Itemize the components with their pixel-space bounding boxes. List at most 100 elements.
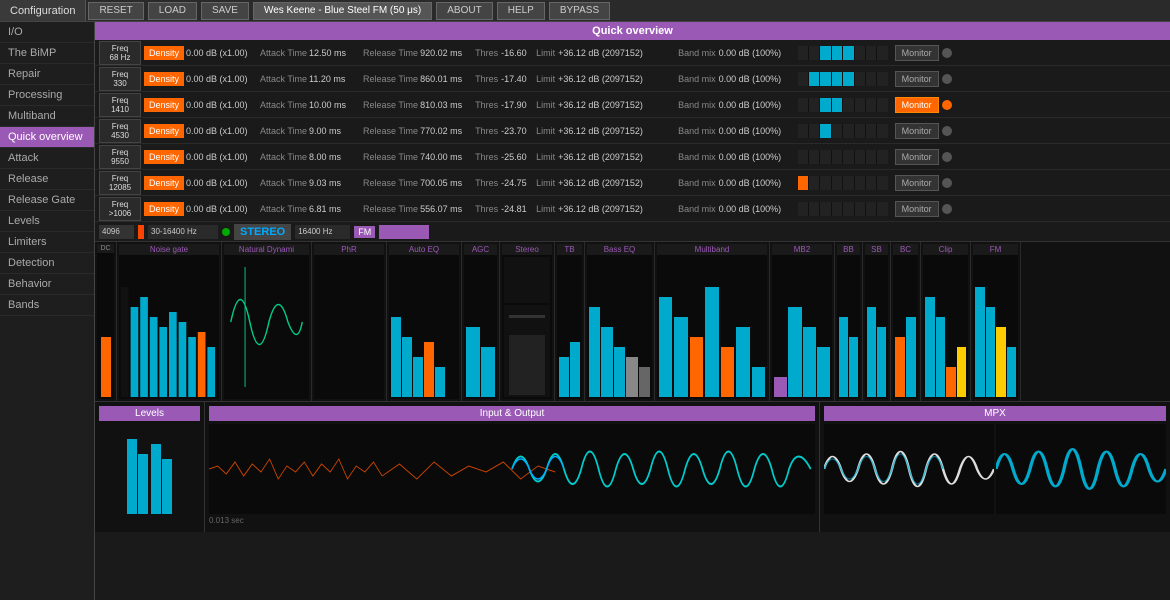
release-val-4: 770.02 ms xyxy=(420,126,475,136)
density-btn-4[interactable]: Density xyxy=(144,124,184,138)
module-autoeq: Auto EQ xyxy=(387,242,462,401)
attack-val-1: 12.50 ms xyxy=(309,48,359,58)
levels-panel: Levels xyxy=(95,402,205,532)
sidebar-item-release[interactable]: Release xyxy=(0,169,94,190)
limit-val-5: +36.12 dB (2097152) xyxy=(558,152,678,162)
density-val-1: 0.00 dB (x1.00) xyxy=(186,48,256,58)
monitor-btn-4[interactable]: Monitor xyxy=(895,123,939,139)
preset-button[interactable]: Wes Keene - Blue Steel FM (50 μs) xyxy=(253,2,432,20)
release-label-7: Release Time xyxy=(363,204,418,214)
content-area: Quick overview Freq68 Hz Density 0.00 dB… xyxy=(95,22,1170,600)
proc-active-dot xyxy=(222,228,230,236)
mix-val-4: 0.00 dB (100%) xyxy=(719,126,794,136)
sidebar-item-multiband[interactable]: Multiband xyxy=(0,106,94,127)
monitor-btn-3[interactable]: Monitor xyxy=(895,97,939,113)
attack-label-7: Attack Time xyxy=(260,204,307,214)
meter-4 xyxy=(798,124,888,138)
level-bar-l2 xyxy=(138,454,148,514)
proc-freq-out: 16400 Hz xyxy=(295,225,350,239)
release-label-4: Release Time xyxy=(363,126,418,136)
band-freq-4[interactable]: Freq4530 xyxy=(99,119,141,143)
release-val-2: 860.01 ms xyxy=(420,74,475,84)
limit-label-4: Limit xyxy=(536,126,555,136)
level-bar-r1 xyxy=(151,444,161,514)
reset-button[interactable]: RESET xyxy=(88,2,143,20)
band-freq-5[interactable]: Freq9550 xyxy=(99,145,141,169)
sidebar-item-quickoverview[interactable]: Quick overview xyxy=(0,127,94,148)
monitor-btn-2[interactable]: Monitor xyxy=(895,71,939,87)
bypass-button[interactable]: BYPASS xyxy=(549,2,610,20)
limit-label-2: Limit xyxy=(536,74,555,84)
agc-label: AGC xyxy=(464,244,497,255)
band-row-2: Freq330 Density 0.00 dB (x1.00) Attack T… xyxy=(95,66,1170,92)
mix-label-7: Band mix xyxy=(678,204,716,214)
density-btn-6[interactable]: Density xyxy=(144,176,184,190)
attack-label-1: Attack Time xyxy=(260,48,307,58)
monitor-btn-5[interactable]: Monitor xyxy=(895,149,939,165)
sidebar-item-processing[interactable]: Processing xyxy=(0,85,94,106)
quick-overview-header: Quick overview xyxy=(95,22,1170,40)
limit-val-6: +36.12 dB (2097152) xyxy=(558,178,678,188)
density-val-6: 0.00 dB (x1.00) xyxy=(186,178,256,188)
mpx-title: MPX xyxy=(824,406,1166,421)
meter-2 xyxy=(798,72,888,86)
density-btn-3[interactable]: Density xyxy=(144,98,184,112)
level-bar-l1 xyxy=(127,439,137,514)
bb-label: BB xyxy=(837,244,860,255)
density-btn-2[interactable]: Density xyxy=(144,72,184,86)
thres-label-3: Thres xyxy=(475,100,498,110)
limit-label-5: Limit xyxy=(536,152,555,162)
monitor-btn-7[interactable]: Monitor xyxy=(895,201,939,217)
sidebar-item-bimp[interactable]: The BiMP xyxy=(0,43,94,64)
proc-fm-badge: FM xyxy=(354,226,375,238)
sidebar-item-bands[interactable]: Bands xyxy=(0,295,94,316)
monitor-btn-6[interactable]: Monitor xyxy=(895,175,939,191)
band-freq-2[interactable]: Freq330 xyxy=(99,67,141,91)
sidebar: I/O The BiMP Repair Processing Multiband… xyxy=(0,22,95,600)
level-bar-group-r xyxy=(151,444,172,514)
sidebar-item-levels[interactable]: Levels xyxy=(0,211,94,232)
band-freq-1[interactable]: Freq68 Hz xyxy=(99,41,141,65)
sidebar-item-releasegate[interactable]: Release Gate xyxy=(0,190,94,211)
density-btn-7[interactable]: Density xyxy=(144,202,184,216)
release-val-6: 700.05 ms xyxy=(420,178,475,188)
sidebar-item-limiters[interactable]: Limiters xyxy=(0,232,94,253)
proc-stereo: STEREO xyxy=(234,224,291,240)
sidebar-item-behavior[interactable]: Behavior xyxy=(0,274,94,295)
density-btn-1[interactable]: Density xyxy=(144,46,184,60)
density-val-4: 0.00 dB (x1.00) xyxy=(186,126,256,136)
limit-val-4: +36.12 dB (2097152) xyxy=(558,126,678,136)
help-button[interactable]: HELP xyxy=(497,2,545,20)
thres-val-6: -24.75 xyxy=(501,178,536,188)
sidebar-item-detection[interactable]: Detection xyxy=(0,253,94,274)
release-label-6: Release Time xyxy=(363,178,418,188)
thres-val-2: -17.40 xyxy=(501,74,536,84)
module-agc: AGC xyxy=(462,242,500,401)
band-row-4: Freq4530 Density 0.00 dB (x1.00) Attack … xyxy=(95,118,1170,144)
monitor-btn-1[interactable]: Monitor xyxy=(895,45,939,61)
sb-label: SB xyxy=(865,244,888,255)
mix-label-5: Band mix xyxy=(678,152,716,162)
band-freq-6[interactable]: Freq12085 xyxy=(99,171,141,195)
sidebar-item-attack[interactable]: Attack xyxy=(0,148,94,169)
proc-slider[interactable] xyxy=(379,225,429,239)
sidebar-item-io[interactable]: I/O xyxy=(0,22,94,43)
density-btn-5[interactable]: Density xyxy=(144,150,184,164)
load-button[interactable]: LOAD xyxy=(148,2,197,20)
level-bar-r2 xyxy=(162,459,172,514)
sidebar-item-repair[interactable]: Repair xyxy=(0,64,94,85)
band-freq-3[interactable]: Freq1410 xyxy=(99,93,141,117)
about-button[interactable]: ABOUT xyxy=(436,2,492,20)
meter-3 xyxy=(798,98,888,112)
vu-area: DC Noise gate xyxy=(95,242,1170,402)
io-panel: Input & Output 0.013 sec xyxy=(205,402,820,532)
processing-bar: 4096 30-16400 Hz STEREO 16400 Hz FM xyxy=(95,222,1170,242)
band-freq-7[interactable]: Freq>1006 xyxy=(99,197,141,221)
save-button[interactable]: SAVE xyxy=(201,2,249,20)
dc-label: DC xyxy=(97,244,114,253)
band-row-1: Freq68 Hz Density 0.00 dB (x1.00) Attack… xyxy=(95,40,1170,66)
thres-label-2: Thres xyxy=(475,74,498,84)
fm-label: FM xyxy=(973,244,1018,255)
mix-val-1: 0.00 dB (100%) xyxy=(719,48,794,58)
module-bc: BC xyxy=(891,242,921,401)
